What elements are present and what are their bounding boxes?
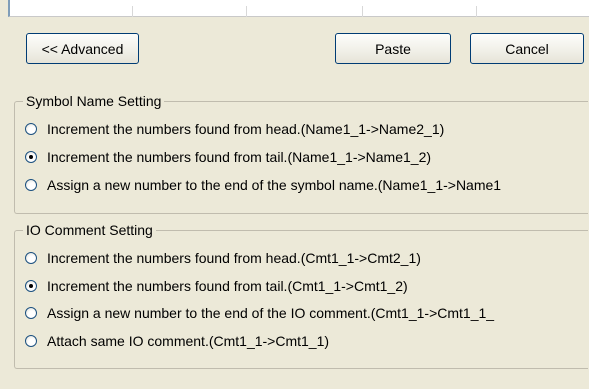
option-label: Increment the numbers found from head.(N…	[47, 121, 445, 137]
radio-icon[interactable]	[25, 335, 37, 347]
symbol-option-tail[interactable]: Increment the numbers found from tail.(N…	[25, 148, 431, 166]
io-option-assign-new[interactable]: Assign a new number to the end of the IO…	[25, 304, 494, 322]
option-label: Assign a new number to the end of the sy…	[47, 177, 502, 193]
radio-icon[interactable]	[25, 307, 37, 319]
option-label: Increment the numbers found from tail.(N…	[47, 149, 432, 165]
grid-divider	[132, 6, 133, 17]
paste-settings-dialog: << Advanced Paste Cancel Symbol Name Set…	[0, 0, 589, 389]
radio-icon[interactable]	[25, 123, 37, 135]
grid-divider	[476, 6, 477, 17]
option-label: Increment the numbers found from head.(C…	[47, 250, 421, 266]
symbol-option-head[interactable]: Increment the numbers found from head.(N…	[25, 120, 444, 138]
paste-button[interactable]: Paste	[335, 33, 451, 64]
radio-selected-icon[interactable]	[25, 151, 37, 163]
option-label: Increment the numbers found from tail.(C…	[47, 278, 408, 294]
radio-icon[interactable]	[25, 179, 37, 191]
option-label: Attach same IO comment.(Cmt1_1->Cmt1_1)	[47, 333, 330, 349]
io-option-tail[interactable]: Increment the numbers found from tail.(C…	[25, 277, 408, 295]
symbol-name-setting-group: Symbol Name Setting Increment the number…	[14, 92, 588, 214]
grid-area[interactable]	[8, 0, 589, 17]
advanced-button[interactable]: << Advanced	[26, 33, 139, 64]
io-option-attach-same[interactable]: Attach same IO comment.(Cmt1_1->Cmt1_1)	[25, 332, 329, 350]
io-option-head[interactable]: Increment the numbers found from head.(C…	[25, 249, 421, 267]
radio-selected-icon[interactable]	[25, 280, 37, 292]
symbol-option-assign-new[interactable]: Assign a new number to the end of the sy…	[25, 176, 501, 194]
io-comment-setting-group: IO Comment Setting Increment the numbers…	[14, 221, 588, 369]
symbol-name-setting-title: Symbol Name Setting	[23, 92, 165, 110]
grid-divider	[246, 6, 247, 17]
option-label: Assign a new number to the end of the IO…	[47, 305, 495, 321]
cancel-button[interactable]: Cancel	[470, 33, 584, 64]
grid-divider	[362, 6, 363, 17]
io-comment-setting-title: IO Comment Setting	[23, 221, 156, 239]
radio-icon[interactable]	[25, 252, 37, 264]
